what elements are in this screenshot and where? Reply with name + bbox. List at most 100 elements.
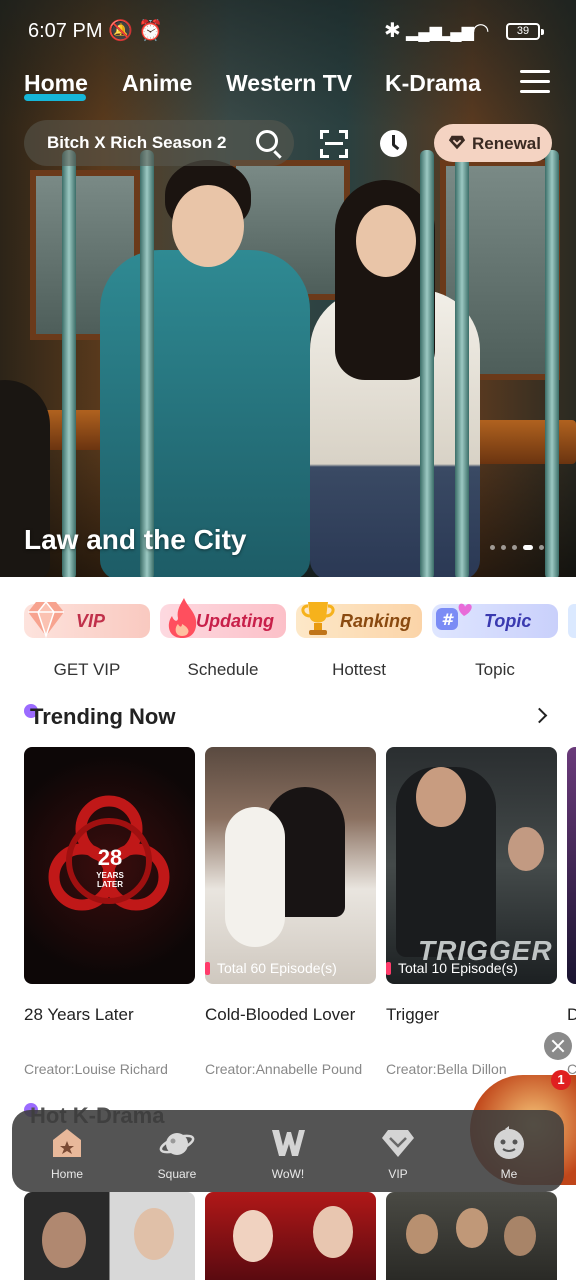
card-title-partial[interactable]: D xyxy=(567,1005,576,1025)
poster-cold-blooded-lover[interactable]: Total 60 Episode(s) xyxy=(205,747,376,984)
hot-poster[interactable] xyxy=(386,1192,557,1280)
heart-diamond-icon xyxy=(448,135,466,150)
card-creator: Creator:Louise Richard xyxy=(24,1061,168,1077)
topic-badge-button[interactable]: # Topic xyxy=(432,603,558,638)
hero-man-face xyxy=(172,185,244,267)
poster-face xyxy=(233,1210,273,1262)
tab-home[interactable]: Home xyxy=(24,70,88,97)
trophy-icon xyxy=(301,602,335,635)
quick-links: VIP Updating Ranking # Topic GET VIP Sch… xyxy=(0,596,576,686)
search-bar[interactable]: Bitch X Rich Season 2 xyxy=(24,120,294,166)
section-title-trending: Trending Now xyxy=(30,704,176,729)
poster-trigger[interactable]: TRIGGER Total 10 Episode(s) xyxy=(386,747,557,984)
svg-text:28: 28 xyxy=(98,845,122,870)
poster-face xyxy=(406,1214,438,1254)
updating-badge-button[interactable]: Updating xyxy=(160,598,286,638)
renewal-button[interactable]: Renewal xyxy=(434,124,552,162)
face-icon xyxy=(494,1126,524,1159)
poster-face-2 xyxy=(508,827,544,871)
battery-icon: 39 xyxy=(506,23,544,40)
search-query: Bitch X Rich Season 2 xyxy=(47,133,227,152)
poster-face xyxy=(416,767,466,827)
nav-home[interactable]: Home xyxy=(12,1110,122,1192)
quick-label-schedule[interactable]: Schedule xyxy=(160,660,286,680)
svg-text:LATER: LATER xyxy=(97,880,123,889)
hero-pole xyxy=(455,150,469,577)
card-title[interactable]: 28 Years Later xyxy=(24,1005,134,1025)
nav-label: Me xyxy=(500,1167,518,1181)
biohazard-icon: 28 YEARS LATER xyxy=(48,795,170,911)
updating-badge-text: Updating xyxy=(196,611,274,631)
wow-icon xyxy=(272,1130,305,1156)
quick-label-topic[interactable]: Topic xyxy=(432,660,558,680)
signal-2-icon: ▂▄▆ xyxy=(438,24,474,41)
vip-diamond-icon xyxy=(382,1130,414,1157)
tab-k-drama[interactable]: K-Drama xyxy=(385,70,481,97)
card-title[interactable]: Trigger xyxy=(386,1005,439,1025)
carousel-dot-active xyxy=(523,545,533,550)
carousel-dot xyxy=(501,545,506,550)
episode-count-badge: Total 10 Episode(s) xyxy=(386,960,518,976)
bottom-nav: Home Square WoW! VIP Me xyxy=(12,1110,564,1192)
carousel-dots xyxy=(490,545,560,551)
notification-badge: 1 xyxy=(551,1070,571,1090)
vip-badge-button[interactable]: VIP xyxy=(24,600,150,639)
svg-text:YEARS: YEARS xyxy=(96,871,124,880)
hot-poster[interactable] xyxy=(24,1192,195,1280)
vip-badge-text: VIP xyxy=(76,611,106,631)
close-icon[interactable] xyxy=(544,1032,572,1060)
nav-me[interactable]: Me xyxy=(454,1110,564,1192)
hero-title[interactable]: Law and the City xyxy=(24,524,246,556)
poster-face-3 xyxy=(504,1216,536,1256)
poster-face-2 xyxy=(134,1208,174,1260)
quick-label-hottest[interactable]: Hottest xyxy=(296,660,422,680)
tab-anime[interactable]: Anime xyxy=(122,70,192,97)
status-time: 6:07 PM xyxy=(28,20,103,42)
scan-icon[interactable] xyxy=(320,130,348,158)
bluetooth-icon: ✱ xyxy=(384,20,401,42)
nav-label: WoW! xyxy=(271,1167,305,1181)
card-title[interactable]: Cold-Blooded Lover xyxy=(205,1005,355,1025)
ranking-badge-text: Ranking xyxy=(340,611,412,631)
poster-28-years-later[interactable]: 28 YEARS LATER xyxy=(24,747,195,984)
hero-pole xyxy=(545,150,559,577)
quick-link-partial xyxy=(568,604,576,638)
top-nav: Home Anime Western TV K-Drama xyxy=(0,64,576,108)
poster-face-2 xyxy=(313,1206,353,1258)
chevron-right-icon[interactable] xyxy=(531,707,548,724)
home-icon xyxy=(53,1129,81,1157)
nav-wow[interactable]: WoW! xyxy=(233,1110,343,1192)
hero-pole xyxy=(420,150,434,577)
poster-face-2 xyxy=(456,1208,488,1248)
nav-square[interactable]: Square xyxy=(122,1110,232,1192)
poster-partial[interactable] xyxy=(567,747,576,984)
nav-label: VIP xyxy=(388,1167,408,1181)
alarm-icon: ⏰ xyxy=(138,20,163,42)
diamond-icon xyxy=(28,600,64,639)
renewal-label: Renewal xyxy=(472,134,541,153)
carousel-dot xyxy=(539,545,544,550)
hot-poster[interactable] xyxy=(205,1192,376,1280)
mute-icon: 🔕 xyxy=(108,20,133,42)
wifi-icon: ◠ xyxy=(472,20,490,42)
hero-woman-face xyxy=(356,205,416,277)
hashtag-heart-icon: # xyxy=(436,603,472,630)
topic-badge-text: Topic xyxy=(484,611,532,631)
hero-pole xyxy=(62,150,76,577)
poster-face xyxy=(42,1212,86,1268)
search-icon[interactable] xyxy=(256,130,278,152)
card-creator: Creator:Bella Dillon xyxy=(386,1061,507,1077)
history-icon[interactable] xyxy=(380,130,407,157)
ranking-badge-button[interactable]: Ranking xyxy=(296,602,422,638)
nav-label: Square xyxy=(157,1167,197,1181)
status-bar: 6:07 PM 🔕 ⏰ ✱ ▂▄▆ ▂▄▆ ◠ 39 xyxy=(0,0,576,62)
tab-western-tv[interactable]: Western TV xyxy=(226,70,352,97)
poster-figure-2 xyxy=(225,807,285,947)
card-creator: Creator:Annabelle Pound xyxy=(205,1061,363,1077)
menu-icon[interactable] xyxy=(520,70,550,94)
svg-text:#: # xyxy=(441,610,454,629)
nav-vip[interactable]: VIP xyxy=(343,1110,453,1192)
quick-label-get-vip[interactable]: GET VIP xyxy=(24,660,150,680)
planet-icon xyxy=(159,1133,195,1155)
nav-label: Home xyxy=(50,1167,83,1181)
